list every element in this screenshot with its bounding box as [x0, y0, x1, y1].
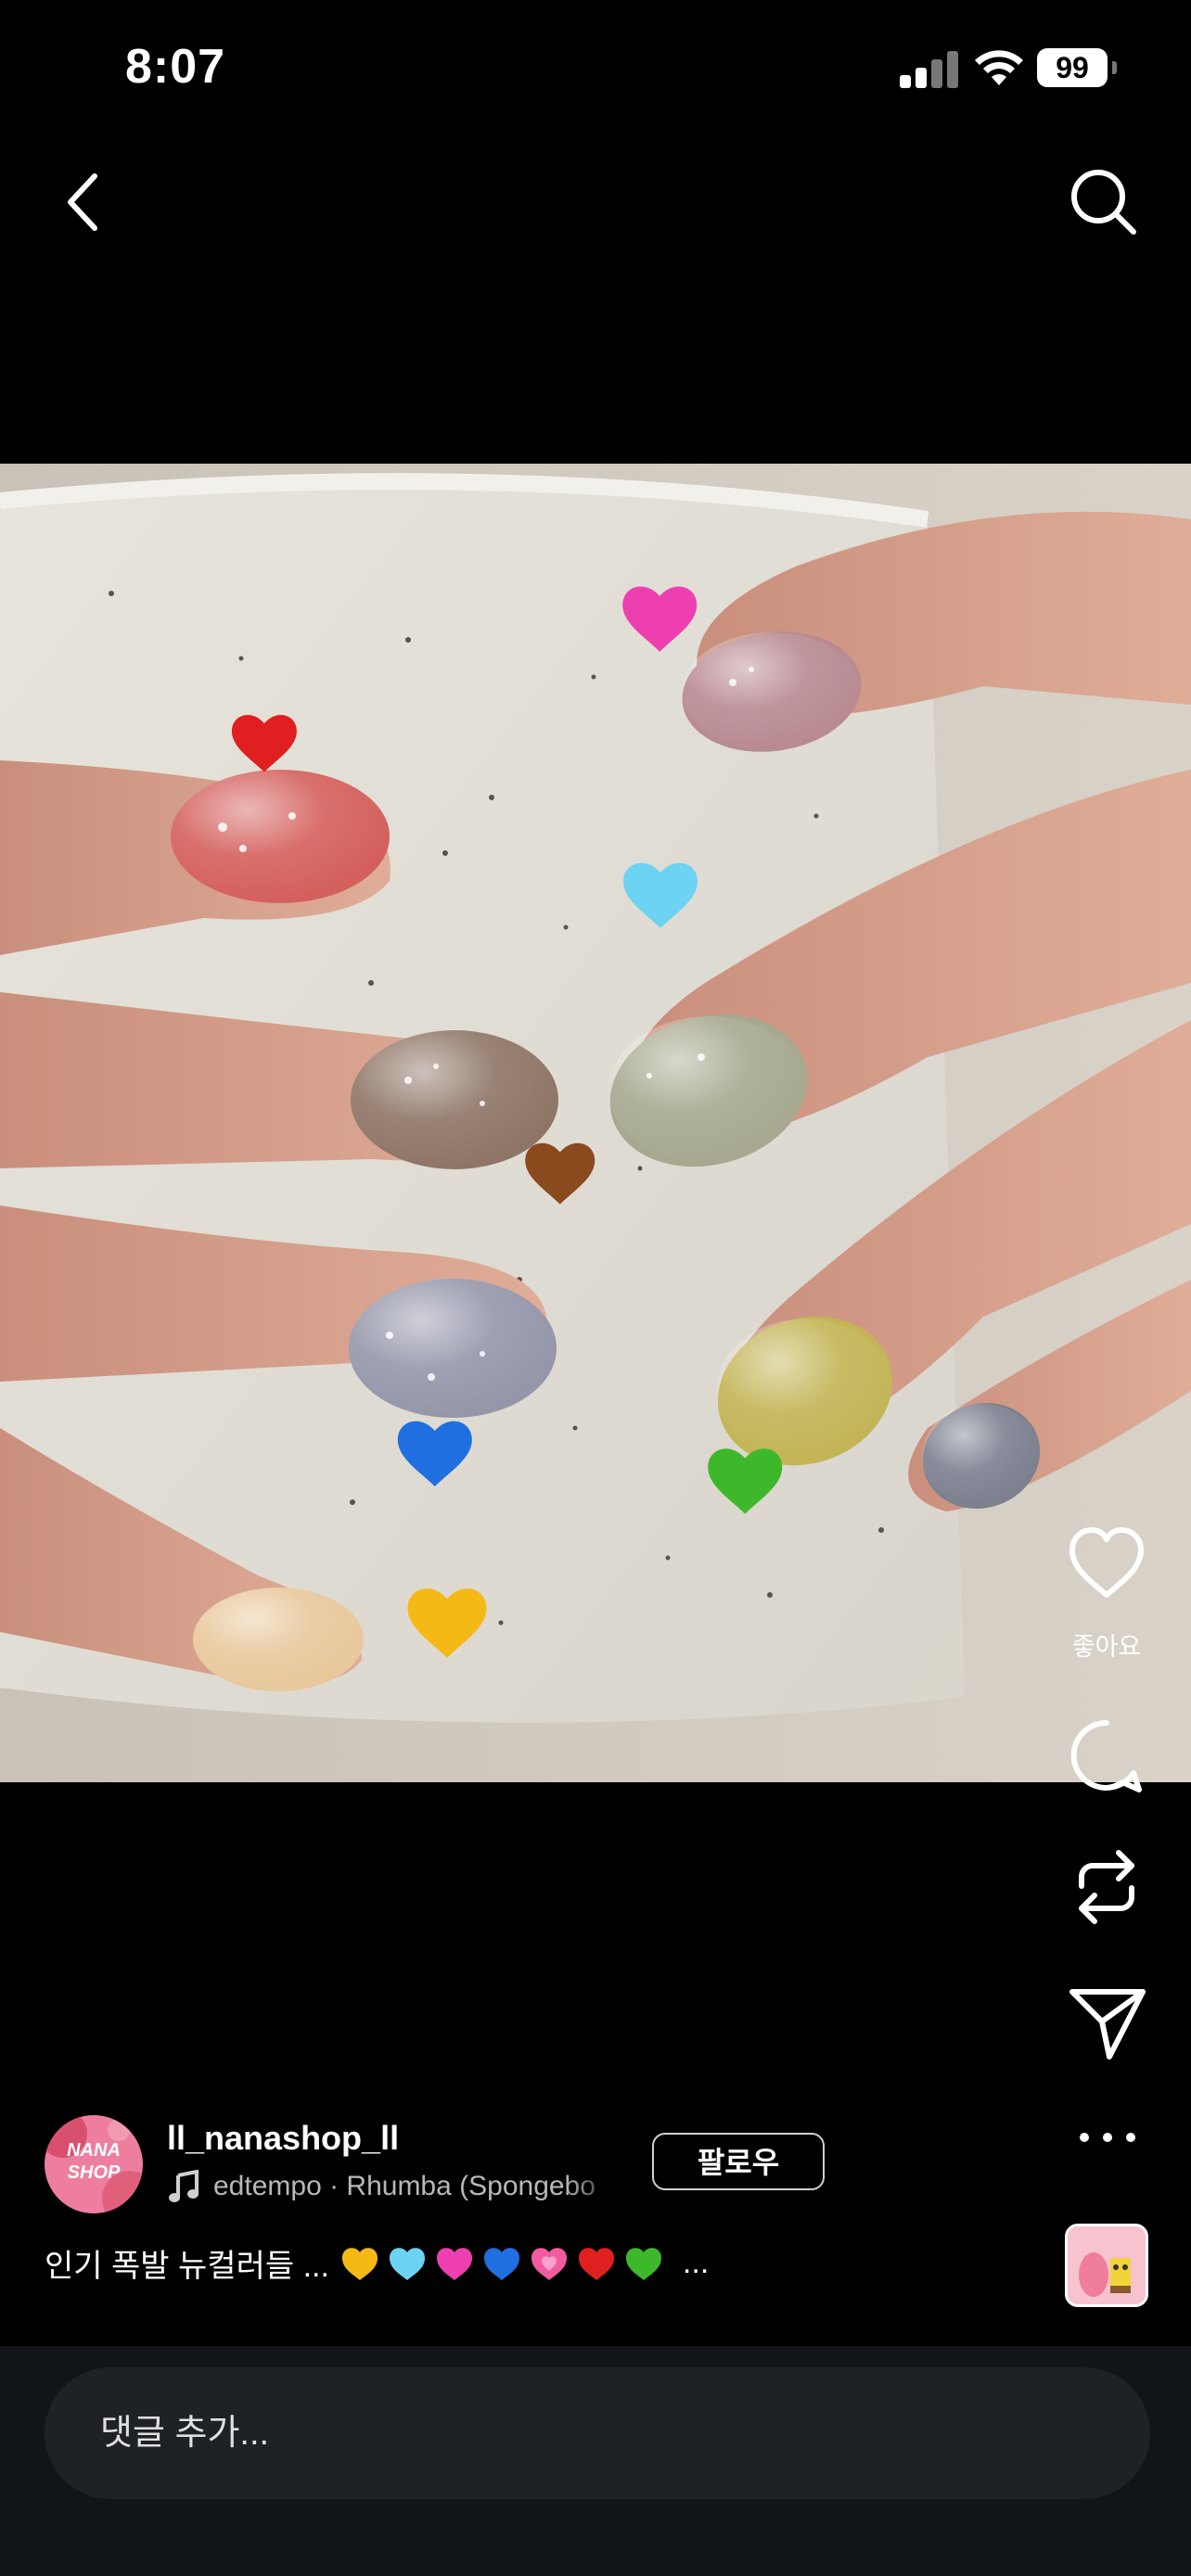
- back-button[interactable]: [56, 167, 111, 237]
- pink-heart-icon: [436, 2247, 472, 2280]
- caption-text: 인기 폭발 뉴컬러들 ...: [45, 2249, 329, 2284]
- like-button[interactable]: [1065, 1523, 1148, 1606]
- audio-thumbnail[interactable]: [1065, 2224, 1148, 2307]
- heart-outline-icon: [1069, 1527, 1144, 1598]
- light-blue-heart-icon: [389, 2247, 425, 2280]
- music-note-icon: [169, 2170, 198, 2202]
- send-icon: [1069, 1989, 1146, 2060]
- share-button[interactable]: [1065, 1981, 1148, 2064]
- comment-button[interactable]: [1065, 1714, 1148, 1797]
- blue-heart-icon: [483, 2247, 519, 2280]
- repost-button[interactable]: [1065, 1845, 1148, 1929]
- caption-more[interactable]: ...: [683, 2245, 709, 2281]
- more-options-button[interactable]: [1078, 2120, 1137, 2157]
- search-icon: [1071, 170, 1136, 235]
- yellow-heart-icon: [341, 2247, 378, 2280]
- growing-heart-icon: [531, 2247, 567, 2280]
- music-title: edtempo · Rhumba (Spongebo: [213, 2171, 596, 2201]
- post-image[interactable]: [0, 464, 1191, 1782]
- chevron-left-icon: [68, 173, 97, 231]
- cellular-signal-icon: [900, 51, 958, 88]
- battery-level: 99: [1037, 48, 1108, 87]
- comment-bubble-icon: [1070, 1719, 1142, 1792]
- like-label: 좋아요: [1071, 1633, 1142, 1661]
- caption[interactable]: 인기 폭발 뉴컬러들 ... ...: [45, 2240, 709, 2286]
- battery-indicator: 99: [1037, 48, 1117, 87]
- comment-input[interactable]: 댓글 추가...: [45, 2367, 1150, 2499]
- red-heart-icon: [578, 2247, 614, 2280]
- username[interactable]: ll_nanashop_ll: [167, 2119, 399, 2158]
- green-heart-icon: [625, 2247, 661, 2280]
- caption-emojis: [340, 2245, 672, 2282]
- repost-icon: [1079, 1850, 1134, 1924]
- follow-button[interactable]: 팔로우: [652, 2133, 825, 2190]
- search-button[interactable]: [1067, 165, 1141, 239]
- status-time: 8:07: [125, 40, 226, 94]
- avatar[interactable]: NANA SHOP: [45, 2115, 143, 2213]
- avatar-logo-text: NANA SHOP: [67, 2140, 121, 2183]
- music-info[interactable]: edtempo · Rhumba (Spongebo: [167, 2168, 621, 2205]
- wifi-icon: [975, 50, 1023, 85]
